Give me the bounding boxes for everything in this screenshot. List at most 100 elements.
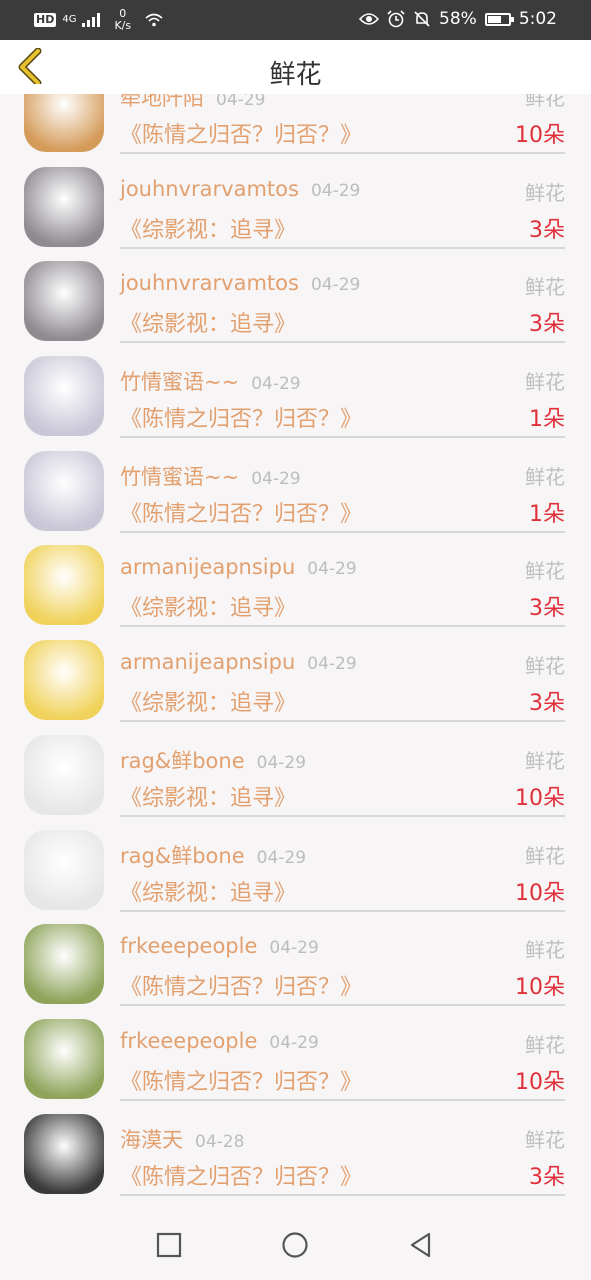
list-item[interactable]: rag&鲜bone 04-29 鲜花《综影视：追寻》 10朵	[0, 818, 591, 913]
divider	[120, 720, 565, 723]
battery-icon	[484, 12, 514, 26]
sender-name-text: rag&鲜bone	[120, 748, 245, 773]
gift-date: 04-29	[307, 654, 357, 675]
sender-name: rag&鲜bone 04-29	[120, 840, 306, 870]
avatar[interactable]	[24, 1018, 104, 1099]
status-bar: HD 4G 0 K/s 58% 5:02	[0, 0, 591, 40]
avatar[interactable]	[24, 545, 104, 626]
circle-icon[interactable]	[280, 1230, 310, 1260]
avatar[interactable]	[24, 261, 104, 342]
sender-name: armanijeapnsipu 04-29	[120, 650, 357, 674]
list-item[interactable]: jouhnvrarvamtos 04-29 鲜花 《综影视：追寻》 3朵	[0, 155, 591, 250]
sender-name: 海漠天 04-28	[120, 1124, 244, 1154]
avatar[interactable]	[24, 1113, 104, 1194]
work-title: 《陈情之归否？归否？》	[120, 407, 363, 433]
square-icon[interactable]	[154, 1230, 184, 1260]
list-item[interactable]: jouhnvrarvamtos 04-29 鲜花《综影视：追寻》 3朵	[0, 249, 591, 344]
gift-type: 鲜花	[525, 654, 565, 679]
gift-date: 04-29	[251, 374, 301, 395]
status-right: 58% 5:02	[359, 9, 557, 29]
work-title: 《综影视：追寻》	[120, 880, 297, 906]
gift-date: 04-29	[269, 1032, 319, 1053]
sender-name-text: frkeeepeople	[120, 1028, 258, 1053]
gift-type: 鲜花	[525, 180, 565, 205]
gift-type: 鲜花	[525, 843, 565, 868]
divider	[120, 436, 565, 439]
avatar[interactable]	[24, 640, 104, 721]
list-item[interactable]: 竹情蜜语~~ 04-29 鲜花 《陈情之归否？归否？》 1朵	[0, 344, 591, 439]
list-item[interactable]: rag&鲜bone 04-29 鲜花 《综影视：追寻》 10朵	[0, 723, 591, 818]
gift-date: 04-29	[256, 752, 307, 773]
divider	[120, 814, 565, 817]
network-speed-unit: K/s	[114, 19, 132, 32]
gift-date: 04-29	[310, 180, 361, 201]
sender-name: 竹情蜜语~~ 04-29	[120, 461, 301, 491]
work-title: 《综影视：追寻》	[120, 312, 297, 338]
avatar[interactable]	[24, 94, 104, 152]
avatar[interactable]	[24, 356, 104, 437]
triangle-back-icon[interactable]	[406, 1230, 436, 1260]
battery-percent: 58%	[439, 9, 477, 29]
work-title: 《陈情之归否？归否？》	[120, 501, 363, 527]
gift-type: 鲜花	[525, 559, 565, 584]
sender-name: jouhnvrarvamtos 04-29	[120, 177, 360, 201]
divider	[120, 1193, 565, 1196]
sender-name: 牵地阡陌 04-29	[120, 94, 265, 112]
divider	[120, 1004, 565, 1007]
gift-date: 04-29	[251, 468, 301, 489]
avatar[interactable]	[24, 924, 104, 1005]
sender-name-text: 牵地阡陌	[120, 94, 204, 110]
sender-name: frkeeepeople 04-29	[120, 1029, 319, 1053]
gift-count: 1朵	[529, 501, 565, 527]
avatar[interactable]	[24, 734, 104, 815]
gift-date: 04-29	[256, 847, 307, 868]
gift-count: 3朵	[529, 312, 565, 338]
list-item[interactable]: 竹情蜜语~~ 04-29 鲜花 《陈情之归否？归否？》 1朵	[0, 439, 591, 534]
gift-count: 10朵	[515, 1069, 565, 1095]
work-title: 《综影视：追寻》	[120, 691, 297, 717]
battery-fill	[487, 15, 501, 23]
avatar[interactable]	[24, 166, 104, 247]
list-item[interactable]: 牵地阡陌 04-29 鲜花《陈情之归否？归否？》 10朵	[0, 94, 591, 155]
cell-signal-icon	[82, 13, 101, 27]
sender-name: armanijeapnsipu 04-29	[120, 555, 357, 579]
sender-name-text: 竹情蜜语~~	[120, 370, 240, 395]
gift-type: 鲜花	[525, 1127, 565, 1152]
eye-icon	[359, 13, 380, 25]
sender-name-text: rag&鲜bone	[120, 843, 245, 868]
gift-type: 鲜花	[525, 938, 565, 963]
status-left: HD 4G 0 K/s	[34, 8, 163, 32]
divider	[120, 152, 565, 154]
list-item[interactable]: armanijeapnsipu 04-29 鲜花 《综影视：追寻》 3朵	[0, 533, 591, 628]
gift-type: 鲜花	[525, 94, 565, 110]
work-title: 《陈情之归否？归否？》	[120, 123, 363, 148]
alarm-icon	[387, 10, 405, 28]
gift-count: 10朵	[515, 880, 565, 906]
list-item[interactable]: armanijeapnsipu 04-29 鲜花 《综影视：追寻》 3朵	[0, 628, 591, 723]
gift-count: 3朵	[529, 217, 565, 243]
work-title: 《综影视：追寻》	[120, 596, 297, 622]
gift-type: 鲜花	[525, 275, 565, 300]
gift-date: 04-29	[307, 559, 357, 580]
divider	[120, 909, 565, 912]
gift-type: 鲜花	[525, 1032, 565, 1057]
divider	[120, 625, 565, 628]
list-item[interactable]: frkeeepeople 04-29 鲜花 《陈情之归否？归否？》 10朵	[0, 912, 591, 1007]
wifi-icon	[145, 13, 163, 27]
list-item[interactable]: 海漠天 04-28 鲜花 《陈情之归否？归否？》 3朵	[0, 1102, 591, 1197]
avatar[interactable]	[24, 829, 104, 910]
sender-name-text: jouhnvrarvamtos	[120, 271, 299, 296]
network-type: 4G	[62, 14, 77, 25]
gift-date: 04-28	[195, 1131, 245, 1152]
gift-type: 鲜花	[525, 748, 565, 773]
gift-list[interactable]: 牵地阡陌 04-29 鲜花 《陈情之归否？归否？》 10朵 jouhnvrarvamtos…	[0, 94, 591, 1210]
gift-type: 鲜花	[525, 370, 565, 395]
divider	[120, 246, 565, 249]
avatar[interactable]	[24, 450, 104, 531]
divider	[120, 530, 565, 533]
list-item[interactable]: frkeeepeople 04-29 鲜花 《陈情之归否？归否？》 10朵	[0, 1007, 591, 1102]
clock: 5:02	[518, 9, 557, 29]
gift-count: 10朵	[515, 123, 565, 148]
sender-name-text: 海漠天	[120, 1127, 183, 1152]
sender-name: jouhnvrarvamtos 04-29	[120, 271, 360, 295]
